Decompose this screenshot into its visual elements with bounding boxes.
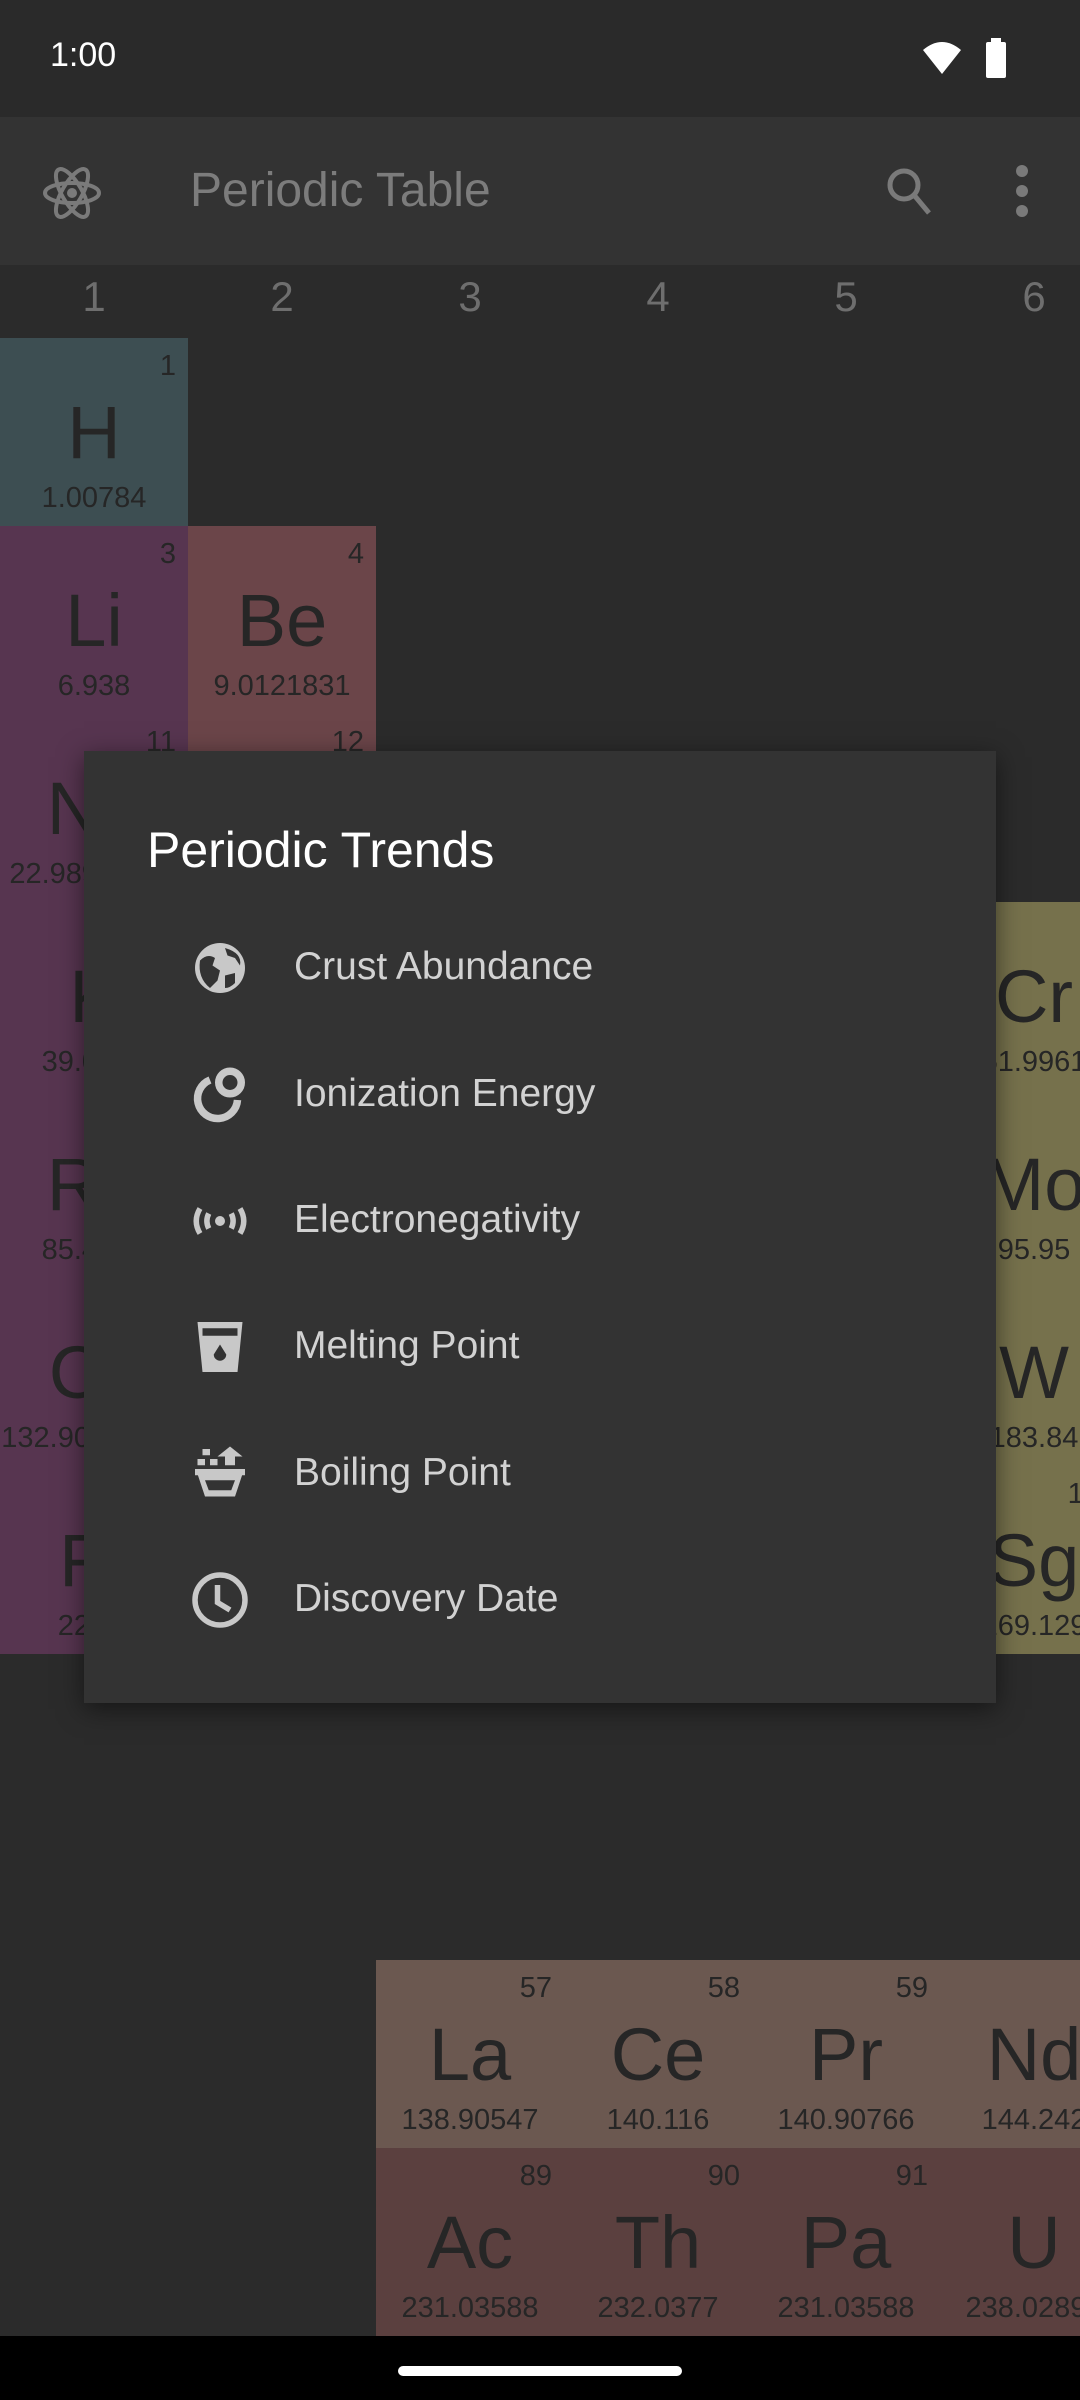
atomic-mass: 144.242 (981, 2104, 1080, 2136)
atomic-number: 57 (519, 1972, 552, 2004)
atomic-number: 91 (895, 2160, 928, 2192)
battery-icon (986, 38, 1006, 78)
element-cell-ac[interactable]: 89 Ac 231.03588 (376, 2148, 564, 2336)
atomic-mass: 231.03588 (401, 2292, 539, 2324)
home-gesture-handle[interactable] (398, 2366, 682, 2376)
element-symbol: H (67, 391, 121, 474)
group-header-3: 3 (458, 273, 482, 320)
atomic-mass: 9.0121831 (213, 670, 351, 702)
element-symbol: Nd (986, 2013, 1080, 2096)
atomic-mass: 6.938 (57, 670, 131, 702)
atomic-mass: 138.90547 (401, 2104, 539, 2136)
element-cell-pr[interactable]: 59 Pr 140.90766 (752, 1960, 940, 2148)
search-icon[interactable] (884, 165, 934, 217)
navigation-bar (0, 2336, 1080, 2400)
menu-item-label: Ionization Energy (294, 1072, 596, 1115)
menu-item-discovery-date[interactable]: Discovery Date (84, 1537, 996, 1663)
group-header-2: 2 (270, 273, 294, 320)
menu-item-boiling-point[interactable]: Boiling Point (84, 1411, 996, 1537)
atomic-number: 3 (159, 538, 176, 570)
atomic-mass: 140.116 (606, 2104, 710, 2136)
element-symbol: Pr (809, 2013, 883, 2096)
broadcast-icon (193, 1207, 247, 1235)
element-cell-ce[interactable]: 58 Ce 140.116 (564, 1960, 752, 2148)
atomic-number: 90 (707, 2160, 740, 2192)
atomic-mass: 238.02891 (965, 2292, 1080, 2324)
globe-icon (195, 943, 245, 993)
periodic-trends-dialog: Periodic Trends Crust Abundance Ionizati… (84, 751, 996, 1703)
menu-item-crust-abundance[interactable]: Crust Abundance (84, 905, 996, 1031)
menu-item-label: Discovery Date (294, 1577, 559, 1620)
atom-icon[interactable] (42, 165, 102, 221)
atomic-number: 59 (895, 1972, 928, 2004)
menu-item-melting-point[interactable]: Melting Point (84, 1284, 996, 1410)
atomic-number: 89 (519, 2160, 552, 2192)
app-title: Periodic Table (190, 164, 491, 217)
status-time: 1:00 (50, 36, 117, 74)
app-bar: Periodic Table (0, 117, 1080, 265)
element-symbol: La (428, 2013, 512, 2096)
atomic-mass: 140.90766 (777, 2104, 915, 2136)
clock-icon (192, 1572, 248, 1628)
group-header-4: 4 (646, 273, 670, 320)
atomic-mass: 232.0377 (597, 2292, 719, 2324)
dialog-title: Periodic Trends (147, 822, 495, 878)
menu-item-electronegativity[interactable]: Electronegativity (84, 1158, 996, 1284)
element-cell-th[interactable]: 90 Th 232.0377 (564, 2148, 752, 2336)
atomic-number: 106 (1067, 1478, 1080, 1510)
element-cell-be[interactable]: 4 Be 9.0121831 (188, 526, 376, 714)
element-symbol: Li (65, 579, 123, 662)
boiling-pot-icon (195, 1446, 245, 1497)
element-cell-u[interactable]: 92U238.02891 (940, 2148, 1080, 2336)
element-cell-la[interactable]: 57 La 138.90547 (376, 1960, 564, 2148)
menu-item-label: Crust Abundance (294, 945, 594, 988)
melting-cup-icon (197, 1322, 243, 1372)
menu-item-label: Electronegativity (294, 1198, 581, 1241)
element-cell-nd[interactable]: 60Nd144.242 (940, 1960, 1080, 2148)
element-cell-h[interactable]: 1 H 1.00784 (0, 338, 188, 526)
menu-item-ionization-energy[interactable]: Ionization Energy (84, 1032, 996, 1158)
element-symbol: Be (236, 579, 328, 662)
element-symbol: Ac (426, 2201, 514, 2284)
status-bar: 1:00 (0, 0, 1080, 117)
atomic-mass: 231.03588 (777, 2292, 915, 2324)
element-symbol: U (1007, 2201, 1061, 2284)
menu-item-label: Melting Point (294, 1324, 520, 1367)
menu-item-label: Boiling Point (294, 1451, 511, 1494)
group-header-row: 1 2 3 4 5 6 (0, 265, 1080, 338)
wifi-icon (923, 42, 961, 74)
atomic-number: 1 (159, 350, 176, 382)
atomic-number: 58 (707, 1972, 740, 2004)
group-header-6: 6 (1022, 273, 1046, 320)
element-symbol: Pa (800, 2201, 892, 2284)
element-cell-li[interactable]: 3 Li 6.938 (0, 526, 188, 714)
atomic-number: 4 (347, 538, 364, 570)
element-symbol: Ce (610, 2013, 706, 2096)
element-symbol: Th (614, 2201, 702, 2284)
group-header-1: 1 (82, 273, 106, 320)
ionization-icon (193, 1067, 245, 1123)
group-header-5: 5 (834, 273, 858, 320)
atomic-mass: 1.00784 (41, 482, 147, 514)
element-cell-pa[interactable]: 91 Pa 231.03588 (752, 2148, 940, 2336)
more-vert-icon[interactable] (1010, 163, 1034, 219)
